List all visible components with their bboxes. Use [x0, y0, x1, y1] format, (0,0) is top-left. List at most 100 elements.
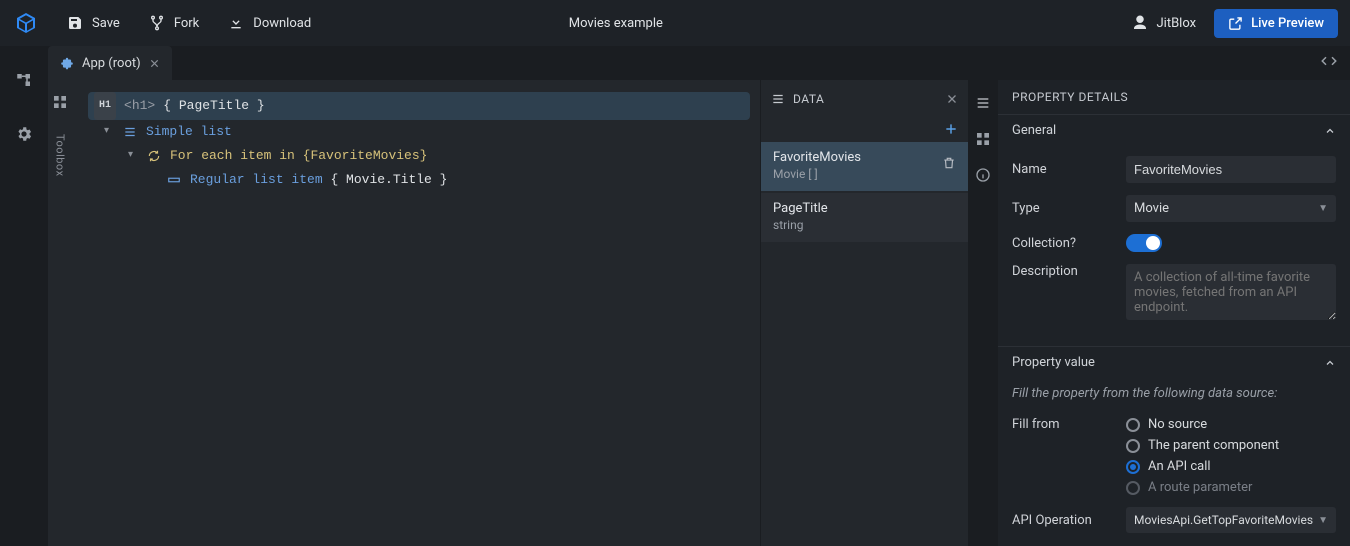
toolbox-icon[interactable]	[52, 94, 68, 110]
h1-badge: H1	[94, 92, 116, 120]
editor-area: Toolbox H1 <h1> { PageTitle } ▾ Simple l…	[48, 80, 1350, 546]
data-panel-header: DATA	[761, 80, 968, 118]
section-general-body: Name Type Movie ▼ Collection?	[998, 146, 1350, 346]
editor-row-simple-list[interactable]: ▾ Simple list	[88, 120, 750, 144]
editor-row-foreach[interactable]: ▾ For each item in {FavoriteMovies}	[88, 144, 750, 168]
add-data-item[interactable]	[761, 118, 968, 142]
data-item-name: PageTitle	[773, 201, 956, 216]
details-title: PROPERTY DETAILS	[998, 80, 1350, 114]
listitem-label: Regular list item	[190, 172, 323, 187]
section-general-label: General	[1012, 123, 1324, 138]
name-label: Name	[1012, 162, 1116, 177]
left-rail	[0, 46, 48, 546]
code-editor[interactable]: H1 <h1> { PageTitle } ▾ Simple list ▾	[72, 80, 760, 546]
settings-tool[interactable]	[12, 122, 36, 146]
api-op-label: API Operation	[1012, 513, 1116, 528]
fillfrom-label: Fill from	[1012, 417, 1116, 432]
radio-parent[interactable]: The parent component	[1126, 438, 1336, 453]
editor-row-h1[interactable]: H1 <h1> { PageTitle }	[88, 92, 750, 120]
radio-route: A route parameter	[1126, 480, 1336, 495]
caret-icon[interactable]: ▾	[104, 120, 114, 144]
topbar-right: JitBlox Live Preview	[1131, 9, 1339, 38]
puzzle-icon	[60, 56, 74, 70]
structure-tool[interactable]	[12, 68, 36, 92]
type-value: Movie	[1134, 201, 1169, 216]
prop-list-icon[interactable]	[974, 94, 992, 112]
chevron-up-icon	[1324, 125, 1336, 137]
tab-close[interactable]	[149, 58, 160, 69]
prop-info-icon[interactable]	[974, 166, 992, 184]
value-hint: Fill the property from the following dat…	[1012, 382, 1336, 411]
external-link-icon	[1228, 16, 1243, 31]
section-value-body: Fill the property from the following dat…	[998, 378, 1350, 546]
close-icon	[946, 93, 958, 105]
data-item-favoritemovies[interactable]: FavoriteMovies Movie [ ]	[761, 142, 968, 191]
toolbox-label: Toolbox	[54, 134, 67, 177]
caret-icon[interactable]: ▾	[128, 144, 138, 168]
h1-binding: { PageTitle }	[163, 94, 264, 118]
prop-grid-icon[interactable]	[974, 130, 992, 148]
description-input[interactable]	[1126, 264, 1336, 320]
cube-icon	[14, 11, 38, 35]
tab-app-root[interactable]: App (root)	[48, 46, 172, 80]
listitem-binding: { Movie.Title }	[330, 172, 447, 187]
api-op-select[interactable]: MoviesApi.GetTopFavoriteMovies ▼	[1126, 507, 1336, 533]
trash-icon	[942, 156, 956, 170]
section-general-header[interactable]: General	[998, 114, 1350, 146]
data-item-type: Movie [ ]	[773, 167, 942, 181]
delete-data-item[interactable]	[942, 156, 956, 170]
collection-toggle[interactable]	[1126, 234, 1162, 252]
radio-api[interactable]: An API call	[1126, 459, 1336, 474]
fillfrom-radio-group: No source The parent component An API ca…	[1126, 417, 1336, 495]
property-rail	[968, 80, 998, 546]
section-value-label: Property value	[1012, 355, 1324, 370]
data-title: DATA	[793, 92, 938, 106]
user-name: JitBlox	[1157, 16, 1197, 31]
section-value-header[interactable]: Property value	[998, 346, 1350, 378]
gear-icon	[15, 125, 33, 143]
item-icon	[166, 172, 182, 188]
list-icon	[122, 124, 138, 140]
code-icon	[1320, 54, 1338, 68]
api-op-value: MoviesApi.GetTopFavoriteMovies	[1134, 513, 1313, 527]
simple-list-label: Simple list	[146, 120, 232, 144]
editor-row-listitem[interactable]: Regular list item { Movie.Title }	[88, 168, 750, 192]
data-panel: DATA FavoriteMovies Movie [ ]	[760, 80, 968, 546]
close-data-panel[interactable]	[946, 93, 958, 105]
h1-tag: <h1>	[124, 94, 155, 118]
project-title: Movies example	[109, 16, 1122, 31]
data-item-pagetitle[interactable]: PageTitle string	[761, 193, 968, 242]
radio-label: The parent component	[1148, 438, 1279, 453]
description-label: Description	[1012, 264, 1116, 279]
chevron-down-icon: ▼	[1318, 515, 1328, 526]
live-preview-button[interactable]: Live Preview	[1214, 9, 1338, 38]
property-details-panel: PROPERTY DETAILS General Name Type Mo	[998, 80, 1350, 546]
topbar: Save Fork Download Movies example JitBlo…	[0, 0, 1350, 46]
live-preview-label: Live Preview	[1251, 16, 1324, 31]
user-chip[interactable]: JitBlox	[1131, 14, 1197, 32]
app-logo[interactable]	[12, 9, 40, 37]
editor-wrap: Toolbox H1 <h1> { PageTitle } ▾ Simple l…	[48, 80, 760, 546]
plus-icon	[944, 122, 958, 136]
code-view-toggle[interactable]	[1320, 54, 1338, 68]
body: App (root) Toolbox H1	[0, 46, 1350, 546]
radio-no-source[interactable]: No source	[1126, 417, 1336, 432]
name-input[interactable]	[1126, 156, 1336, 183]
user-icon	[1131, 14, 1149, 32]
type-select[interactable]: Movie ▼	[1126, 195, 1336, 222]
save-icon	[66, 14, 84, 32]
radio-label: No source	[1148, 417, 1207, 432]
toolbox-rail: Toolbox	[48, 80, 72, 546]
type-label: Type	[1012, 201, 1116, 216]
loop-icon	[146, 148, 162, 164]
close-icon	[149, 58, 160, 69]
chevron-down-icon: ▼	[1318, 203, 1328, 214]
tab-label: App (root)	[82, 56, 141, 71]
collection-label: Collection?	[1012, 236, 1116, 251]
foreach-text: For each item in {FavoriteMovies}	[170, 144, 427, 168]
list-icon	[771, 92, 785, 106]
main: App (root) Toolbox H1	[48, 46, 1350, 546]
radio-label: A route parameter	[1148, 480, 1252, 495]
data-item-name: FavoriteMovies	[773, 150, 942, 165]
radio-label: An API call	[1148, 459, 1211, 474]
